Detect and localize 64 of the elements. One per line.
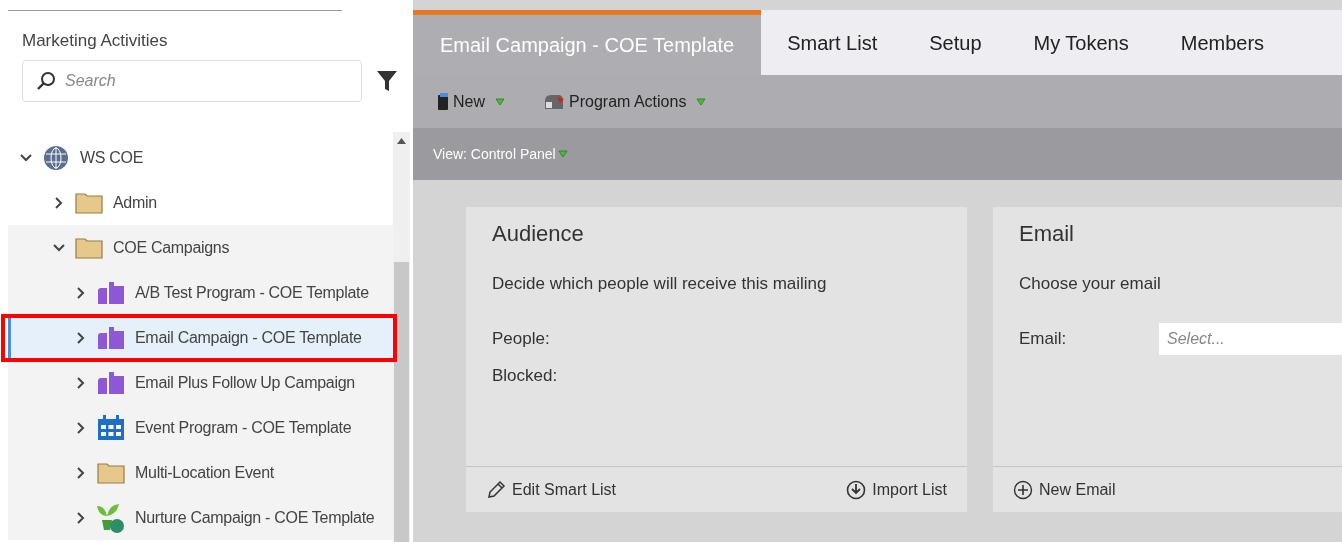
folder-icon (75, 236, 103, 259)
card-title: Email (1019, 220, 1075, 248)
chevron-right-icon[interactable] (77, 421, 85, 434)
tree-item[interactable]: Multi-Location Event (8, 450, 393, 495)
search-icon (36, 71, 56, 91)
chevron-down-icon[interactable] (53, 243, 65, 252)
tree-item-label: Multi-Location Event (135, 462, 274, 483)
tree-item[interactable]: COE Campaigns (8, 225, 393, 270)
scrollbar[interactable] (393, 132, 410, 542)
filter-icon[interactable] (376, 69, 398, 93)
tree-item-label: Email Plus Follow Up Campaign (135, 372, 355, 393)
download-icon (846, 479, 867, 500)
mailbox-icon (543, 92, 565, 111)
tree-item[interactable]: Event Program - COE Template (8, 405, 393, 450)
tree-item[interactable]: Nurture Campaign - COE Template (8, 495, 393, 540)
folder-icon (97, 461, 125, 484)
document-icon (437, 92, 449, 111)
tree-item-label: Nurture Campaign - COE Template (135, 507, 375, 528)
card-title: Audience (492, 220, 585, 248)
toolbar-button[interactable]: New (437, 89, 505, 114)
chevron-right-icon[interactable] (77, 466, 85, 479)
chevron-right-icon[interactable] (77, 376, 85, 389)
field-label: Blocked: (492, 364, 559, 387)
tab[interactable]: Members (1154, 10, 1291, 75)
select-field[interactable]: Select... (1159, 322, 1342, 355)
tree-item[interactable]: Admin (8, 180, 393, 225)
tree-item[interactable]: A/B Test Program - COE Template (8, 270, 393, 315)
tree-item-label: A/B Test Program - COE Template (135, 282, 369, 303)
scroll-up-icon[interactable] (397, 138, 406, 144)
mailbox-icon (97, 325, 125, 350)
folder-icon (75, 191, 103, 214)
tree-item-label: Event Program - COE Template (135, 417, 352, 438)
tree-item[interactable]: Email Plus Follow Up Campaign (8, 360, 393, 405)
tab[interactable]: My Tokens (1007, 10, 1155, 75)
search-field[interactable]: Search (22, 60, 362, 102)
field-label: People: (492, 327, 551, 350)
tab[interactable]: Smart List (761, 10, 904, 75)
chevron-down-icon[interactable] (20, 153, 32, 162)
tab[interactable]: Setup (903, 10, 1008, 75)
chevron-right-icon[interactable] (55, 196, 63, 209)
chevron-right-icon[interactable] (77, 286, 85, 299)
calendar-icon (97, 414, 125, 441)
card-action[interactable]: Import List (846, 477, 947, 502)
card-description: Decide which people will receive this mailing (492, 273, 828, 295)
card-description: Choose your email (1019, 273, 1162, 295)
tree-item[interactable]: WS COE (8, 135, 393, 180)
toolbar-button[interactable]: Program Actions (543, 89, 707, 114)
chevron-right-icon[interactable] (77, 331, 85, 344)
tree-item-label: WS COE (80, 147, 144, 168)
mailbox-icon (97, 280, 125, 305)
sprout-icon (95, 501, 127, 534)
panel-title: Marketing Activities (22, 30, 169, 52)
tree-item-label: Admin (113, 192, 157, 213)
scroll-thumb[interactable] (394, 262, 409, 542)
card-action[interactable]: New Email (1013, 477, 1116, 502)
tree-item-label: COE Campaigns (113, 237, 230, 258)
globe-icon (42, 143, 70, 172)
plus-circle-icon (1013, 479, 1033, 500)
field-label: Email: (1019, 327, 1068, 350)
tree-item-label: Email Campaign - COE Template (135, 327, 362, 348)
mailbox-icon (97, 370, 125, 395)
card-action[interactable]: Edit Smart List (486, 477, 617, 502)
chevron-right-icon[interactable] (77, 511, 85, 524)
pencil-icon (486, 479, 506, 500)
